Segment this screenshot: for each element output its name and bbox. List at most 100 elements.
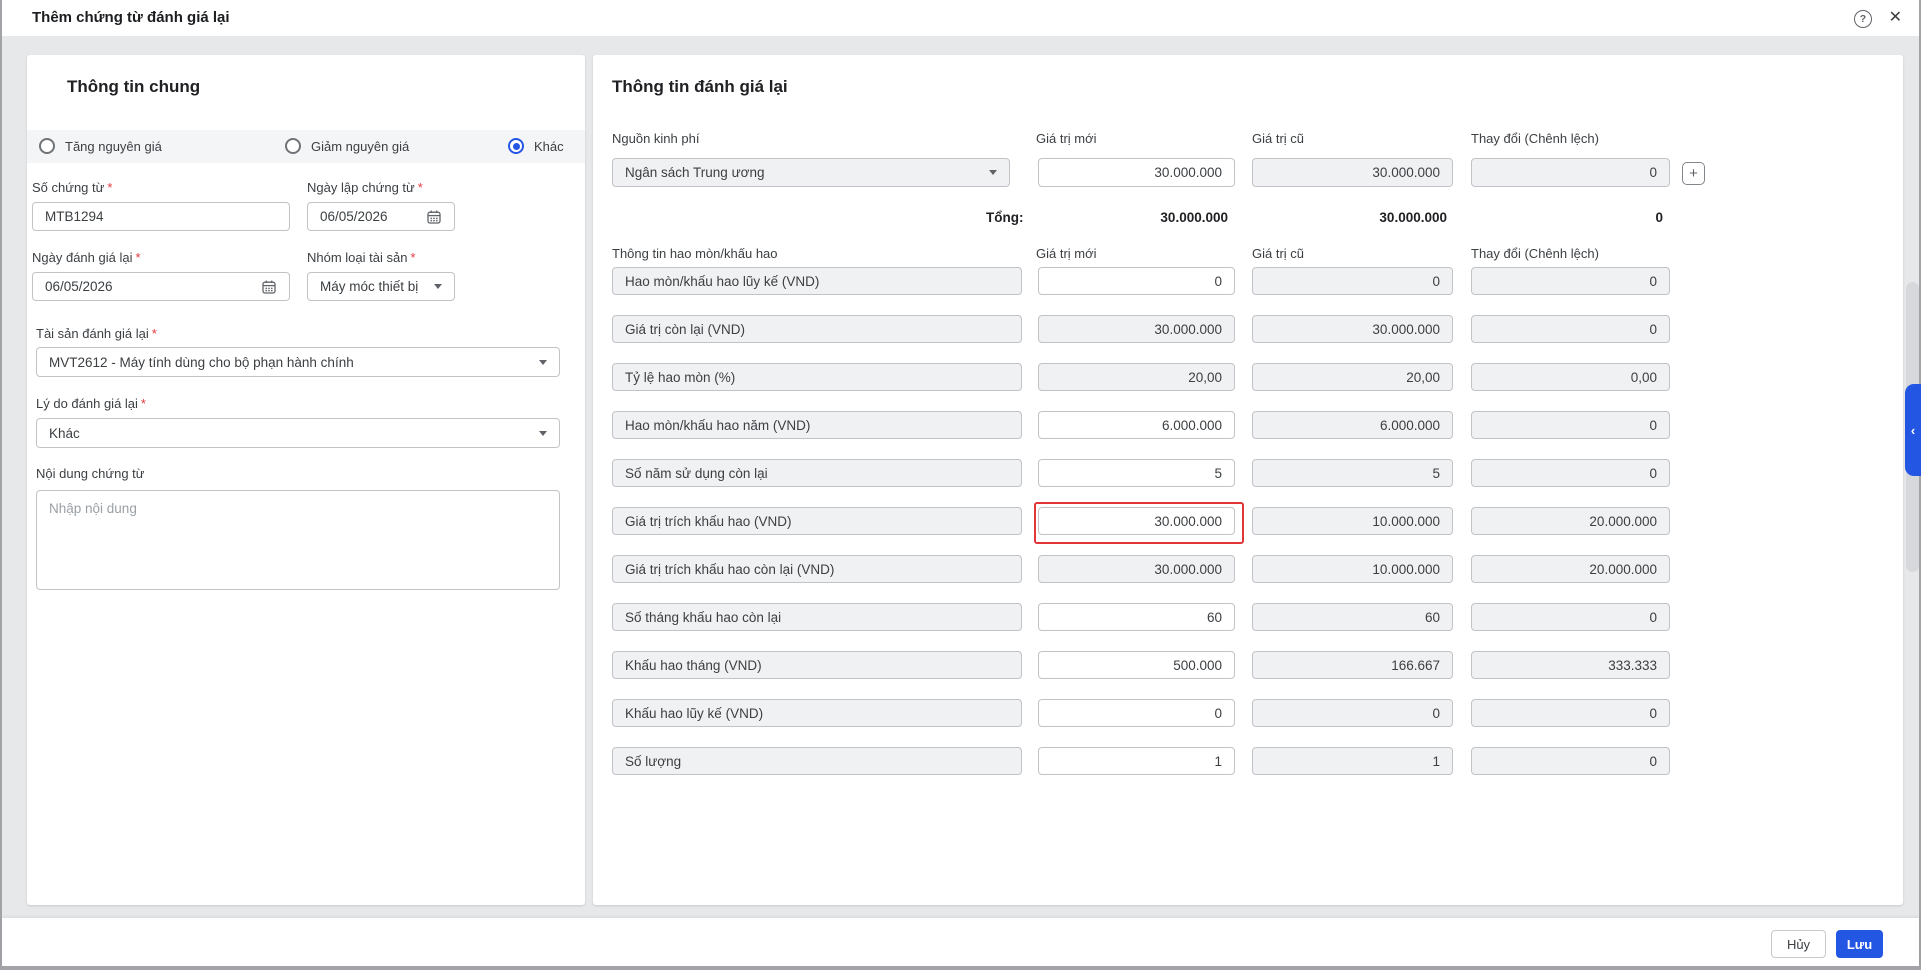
dep-row-label: Khấu hao tháng (VND) (612, 651, 1022, 679)
dialog-title: Thêm chứng từ đánh giá lại (32, 0, 230, 36)
asset-group-label: Nhóm loại tài sản* (307, 250, 416, 265)
dep-new-value-input[interactable]: 1 (1038, 747, 1235, 775)
dep-row-label: Số lượng (612, 747, 1022, 775)
radio-icon (508, 138, 524, 154)
calendar-icon[interactable] (261, 279, 277, 295)
add-funding-source-button[interactable]: + (1682, 162, 1705, 185)
dep-change-value: 0,00 (1471, 363, 1670, 391)
dep-new-value-input: 30.000.000 (1038, 315, 1235, 343)
collapse-panel-tab[interactable]: ‹ (1905, 384, 1921, 476)
radio-icon (285, 138, 301, 154)
reason-select[interactable]: Khác (36, 418, 560, 448)
reval-date-label: Ngày đánh giá lại* (32, 250, 141, 265)
new-value-header: Giá trị mới (1036, 246, 1097, 261)
asset-label: Tài sản đánh giá lại* (36, 326, 157, 341)
asset-group-select[interactable]: Máy móc thiết bị (307, 272, 455, 301)
dep-row-label: Giá trị còn lại (VND) (612, 315, 1022, 343)
help-icon[interactable]: ? (1854, 10, 1872, 28)
dialog-footer: Hủy Lưu (2, 918, 1919, 966)
funding-old-value: 30.000.000 (1252, 158, 1453, 187)
dep-old-value: 30.000.000 (1252, 315, 1453, 343)
dep-old-value: 60 (1252, 603, 1453, 631)
doc-date-input[interactable]: 06/05/2026 (307, 202, 455, 231)
dep-row-label: Giá trị trích khấu hao còn lại (VND) (612, 555, 1022, 583)
total-label: Tổng: (986, 210, 1023, 225)
change-header: Thay đổi (Chênh lệch) (1471, 131, 1599, 146)
general-info-panel: Thông tin chung Tăng nguyên giá Giảm ngu… (27, 55, 585, 905)
dep-new-value-input[interactable]: 0 (1038, 699, 1235, 727)
revaluation-type-radio-group: Tăng nguyên giá Giảm nguyên giá Khác (27, 130, 585, 163)
dep-old-value: 10.000.000 (1252, 507, 1453, 535)
note-placeholder: Nhập nội dung (49, 501, 137, 516)
asset-select[interactable]: MVT2612 - Máy tính dùng cho bộ phạn hành… (36, 347, 560, 377)
close-icon[interactable]: ✕ (1889, 8, 1902, 28)
radio-decrease-cost[interactable]: Giảm nguyên giá (285, 138, 409, 154)
plus-icon: + (1689, 166, 1698, 181)
dep-old-value: 0 (1252, 699, 1453, 727)
dep-change-value: 0 (1471, 603, 1670, 631)
doc-number-label: Số chứng từ* (32, 180, 112, 195)
revaluation-heading: Thông tin đánh giá lại (612, 77, 788, 97)
save-button[interactable]: Lưu (1836, 930, 1883, 958)
funding-new-value-input[interactable]: 30.000.000 (1038, 158, 1235, 187)
dep-change-value: 0 (1471, 411, 1670, 439)
total-new-value: 30.000.000 (1038, 210, 1228, 225)
radio-increase-cost[interactable]: Tăng nguyên giá (39, 138, 162, 154)
note-textarea[interactable]: Nhập nội dung (36, 490, 560, 590)
dep-old-value: 5 (1252, 459, 1453, 487)
note-label: Nội dung chứng từ (36, 466, 144, 481)
chevron-left-icon: ‹ (1911, 423, 1915, 438)
dep-change-value: 0 (1471, 699, 1670, 727)
dep-change-value: 0 (1471, 747, 1670, 775)
doc-date-label: Ngày lập chứng từ* (307, 180, 423, 195)
dep-row-label: Hao mòn/khấu hao lũy kế (VND) (612, 267, 1022, 295)
dep-old-value: 1 (1252, 747, 1453, 775)
dep-change-value: 20.000.000 (1471, 507, 1670, 535)
chevron-down-icon (539, 360, 547, 365)
chevron-down-icon (434, 284, 442, 289)
radio-icon (39, 138, 55, 154)
dep-old-value: 166.667 (1252, 651, 1453, 679)
funding-source-header: Nguồn kinh phí (612, 131, 699, 146)
dialog-body: Thông tin chung Tăng nguyên giá Giảm ngu… (2, 36, 1919, 918)
new-value-header: Giá trị mới (1036, 131, 1097, 146)
dep-new-value-input[interactable]: 60 (1038, 603, 1235, 631)
dep-row-label: Khấu hao lũy kế (VND) (612, 699, 1022, 727)
funding-source-select[interactable]: Ngân sách Trung ương (612, 158, 1010, 187)
old-value-header: Giá trị cũ (1252, 246, 1304, 261)
total-old-value: 30.000.000 (1252, 210, 1447, 225)
dialog-titlebar: Thêm chứng từ đánh giá lại ? ✕ (2, 0, 1919, 37)
chevron-down-icon (539, 431, 547, 436)
dep-new-value-input[interactable]: 500.000 (1038, 651, 1235, 679)
revaluation-dialog: Thêm chứng từ đánh giá lại ? ✕ Thông tin… (0, 0, 1921, 970)
funding-change-value: 0 (1471, 158, 1670, 187)
doc-number-input[interactable]: MTB1294 (32, 202, 290, 231)
dep-row-label: Số tháng khấu hao còn lại (612, 603, 1022, 631)
dep-new-value-input[interactable]: 30.000.000 (1038, 507, 1235, 535)
dep-row-label: Hao mòn/khấu hao năm (VND) (612, 411, 1022, 439)
dep-new-value-input: 20,00 (1038, 363, 1235, 391)
dep-new-value-input[interactable]: 0 (1038, 267, 1235, 295)
reval-date-input[interactable]: 06/05/2026 (32, 272, 290, 301)
dep-new-value-input[interactable]: 6.000.000 (1038, 411, 1235, 439)
depreciation-header: Thông tin hao mòn/khấu hao (612, 246, 778, 261)
dep-old-value: 6.000.000 (1252, 411, 1453, 439)
revaluation-info-panel: Thông tin đánh giá lại Nguồn kinh phí Gi… (593, 55, 1903, 905)
general-info-heading: Thông tin chung (67, 77, 200, 97)
cancel-button[interactable]: Hủy (1771, 930, 1826, 958)
dep-old-value: 0 (1252, 267, 1453, 295)
dep-change-value: 20.000.000 (1471, 555, 1670, 583)
dep-row-label: Giá trị trích khấu hao (VND) (612, 507, 1022, 535)
change-header: Thay đổi (Chênh lệch) (1471, 246, 1599, 261)
dep-row-label: Tỷ lệ hao mòn (%) (612, 363, 1022, 391)
chevron-down-icon (989, 170, 997, 175)
calendar-icon[interactable] (426, 209, 442, 225)
dep-new-value-input[interactable]: 5 (1038, 459, 1235, 487)
dep-old-value: 10.000.000 (1252, 555, 1453, 583)
reason-label: Lý do đánh giá lại* (36, 396, 146, 411)
dep-change-value: 0 (1471, 267, 1670, 295)
radio-other[interactable]: Khác (508, 138, 564, 154)
dep-new-value-input: 30.000.000 (1038, 555, 1235, 583)
dep-old-value: 20,00 (1252, 363, 1453, 391)
window-bottom-edge (0, 966, 1921, 970)
